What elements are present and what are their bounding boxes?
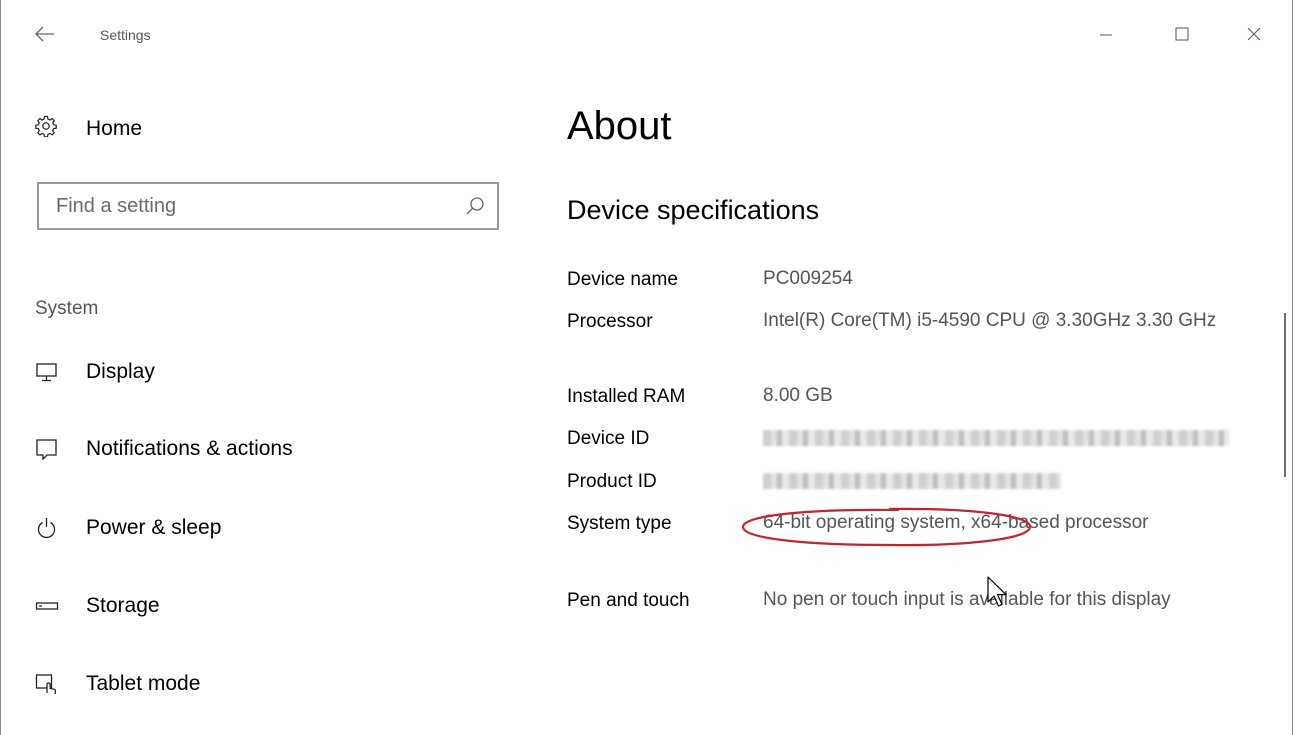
sidebar-item-label: Notifications & actions xyxy=(86,437,293,460)
redacted-product-id xyxy=(763,472,1061,489)
back-button[interactable] xyxy=(25,18,65,50)
display-icon xyxy=(36,363,57,382)
scrollbar[interactable] xyxy=(1284,313,1286,477)
sidebar-item-storage[interactable]: Storage xyxy=(35,586,495,626)
spec-value-device-id xyxy=(763,423,1233,453)
section-title: Device specifications xyxy=(567,195,820,225)
spec-label-device-name: Device name xyxy=(567,269,678,290)
notification-icon xyxy=(36,439,57,460)
power-icon xyxy=(37,518,56,539)
redacted-device-id xyxy=(763,429,1229,446)
search-icon[interactable] xyxy=(465,196,485,216)
sidebar-item-notifications[interactable]: Notifications & actions xyxy=(35,429,495,469)
title-bar: Settings xyxy=(1,0,1292,72)
close-icon xyxy=(1247,27,1261,41)
sidebar-item-label: Display xyxy=(86,360,155,383)
search-box xyxy=(37,182,499,230)
maximize-icon xyxy=(1175,27,1189,41)
spec-label-installed-ram: Installed RAM xyxy=(567,386,686,407)
maximize-button[interactable] xyxy=(1159,16,1205,52)
spec-value-device-name: PC009254 xyxy=(763,268,853,289)
spec-label-system-type: System type xyxy=(567,513,672,534)
window-title: Settings xyxy=(100,27,151,43)
mouse-cursor-icon xyxy=(987,576,1007,607)
close-button[interactable] xyxy=(1231,16,1277,52)
sidebar-item-display[interactable]: Display xyxy=(35,352,495,392)
spec-label-product-id: Product ID xyxy=(567,471,657,492)
search-input[interactable] xyxy=(39,184,466,228)
sidebar-item-home[interactable]: Home xyxy=(35,112,335,146)
highlight-ellipse xyxy=(741,507,1032,547)
page-title: About xyxy=(567,104,672,148)
spec-label-device-id: Device ID xyxy=(567,428,650,449)
tablet-mode-icon xyxy=(35,674,57,695)
sidebar-item-label: Tablet mode xyxy=(86,672,201,695)
spec-label-pen-and-touch: Pen and touch xyxy=(567,590,690,611)
storage-icon xyxy=(35,602,59,610)
gear-icon xyxy=(35,115,57,137)
spec-label-processor: Processor xyxy=(567,311,653,332)
sidebar-item-label: Power & sleep xyxy=(86,516,222,539)
section-label: System xyxy=(35,298,99,319)
back-arrow-icon xyxy=(35,26,54,42)
minimize-button[interactable] xyxy=(1083,16,1129,52)
settings-window: Settings Home System xyxy=(0,0,1293,735)
sidebar-item-tablet-mode[interactable]: Tablet mode xyxy=(35,664,495,704)
spec-value-installed-ram: 8.00 GB xyxy=(763,385,833,406)
sidebar-item-label: Home xyxy=(86,117,143,140)
spec-value-product-id xyxy=(763,466,1233,496)
sidebar-item-power[interactable]: Power & sleep xyxy=(35,508,495,548)
spec-value-processor: Intel(R) Core(TM) i5-4590 CPU @ 3.30GHz … xyxy=(763,310,1217,331)
sidebar-item-label: Storage xyxy=(86,594,160,617)
minimize-icon xyxy=(1100,34,1112,36)
